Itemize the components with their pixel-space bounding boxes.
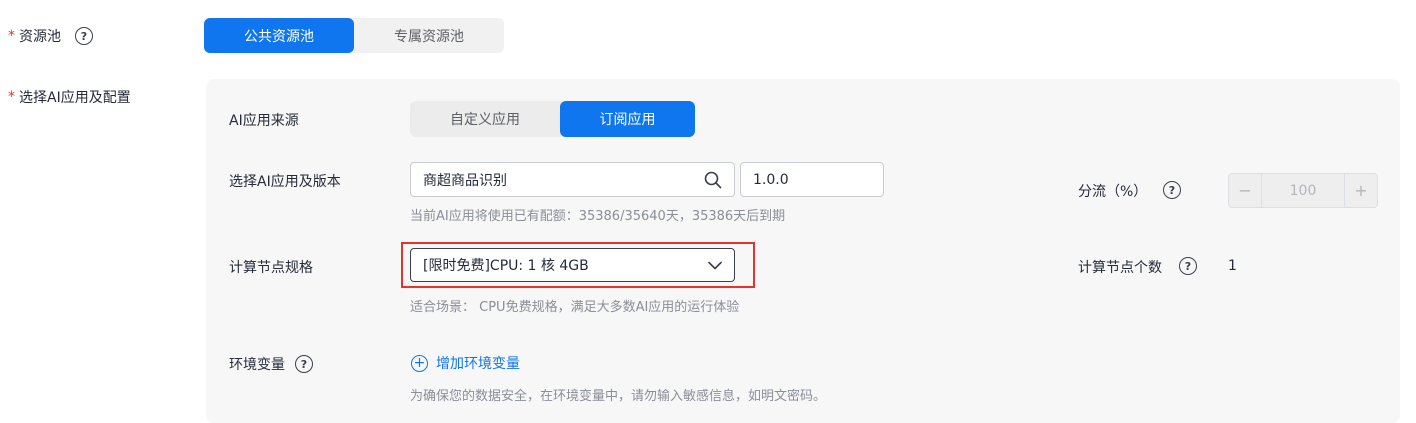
app-config-panel	[206, 79, 1400, 423]
spec-select[interactable]: [限时免费]CPU: 1 核 4GB	[410, 248, 735, 282]
question-circle-icon[interactable]: ?	[295, 355, 313, 373]
env-hint: 为确保您的数据安全，在环境变量中，请勿输入敏感信息，如明文密码。	[410, 389, 827, 404]
question-circle-icon[interactable]: ?	[1163, 181, 1181, 199]
app-source-option-custom[interactable]: 自定义应用	[410, 101, 560, 137]
spec-value: [限时免费]CPU: 1 核 4GB	[423, 258, 589, 274]
resource-pool-label-text: 资源池	[19, 29, 61, 45]
split-stepper: − 100 +	[1228, 173, 1378, 208]
app-select-label: 选择AI应用及版本	[229, 174, 341, 190]
add-env-variable-label: 增加环境变量	[436, 356, 520, 372]
chevron-down-icon	[708, 261, 722, 270]
node-count-label: 计算节点个数	[1078, 260, 1162, 276]
required-mark: *	[8, 89, 15, 105]
app-source-label: AI应用来源	[229, 113, 299, 129]
env-label-text: 环境变量	[229, 357, 285, 373]
search-icon[interactable]	[704, 171, 722, 189]
app-config-label-text: 选择AI应用及配置	[19, 90, 131, 106]
app-source-option-subscribed[interactable]: 订阅应用	[560, 101, 695, 137]
question-circle-icon[interactable]: ?	[75, 27, 93, 45]
required-mark: *	[8, 28, 15, 44]
plus-circle-icon: +	[411, 354, 428, 372]
stepper-minus-button[interactable]: −	[1229, 174, 1261, 207]
resource-pool-option-public[interactable]: 公共资源池	[204, 18, 354, 53]
resource-pool-segmented: 公共资源池 专属资源池	[204, 18, 504, 53]
app-select-input[interactable]: 商超商品识别	[410, 162, 735, 197]
spec-label: 计算节点规格	[229, 260, 313, 276]
resource-pool-option-dedicated[interactable]: 专属资源池	[354, 18, 504, 53]
spec-hint: 适合场景： CPU免费规格，满足大多数AI应用的运行体验	[410, 300, 740, 315]
split-label: 分流（%）	[1078, 184, 1148, 200]
stepper-plus-button[interactable]: +	[1345, 174, 1377, 207]
add-env-variable-button[interactable]: + 增加环境变量	[411, 353, 520, 373]
app-select-value: 商超商品识别	[423, 172, 507, 189]
split-value[interactable]: 100	[1261, 174, 1345, 207]
app-source-segmented: 自定义应用 订阅应用	[410, 101, 695, 137]
question-circle-icon[interactable]: ?	[1179, 257, 1197, 275]
node-count-value: 1	[1228, 258, 1237, 274]
resource-pool-label: * 资源池 ?	[8, 26, 93, 46]
version-input[interactable]: 1.0.0	[740, 162, 884, 197]
version-value: 1.0.0	[753, 171, 789, 188]
env-label: 环境变量 ?	[229, 354, 313, 374]
app-config-label: * 选择AI应用及配置	[8, 87, 131, 107]
quota-hint: 当前AI应用将使用已有配额：35386/35640天，35386天后到期	[410, 209, 786, 224]
